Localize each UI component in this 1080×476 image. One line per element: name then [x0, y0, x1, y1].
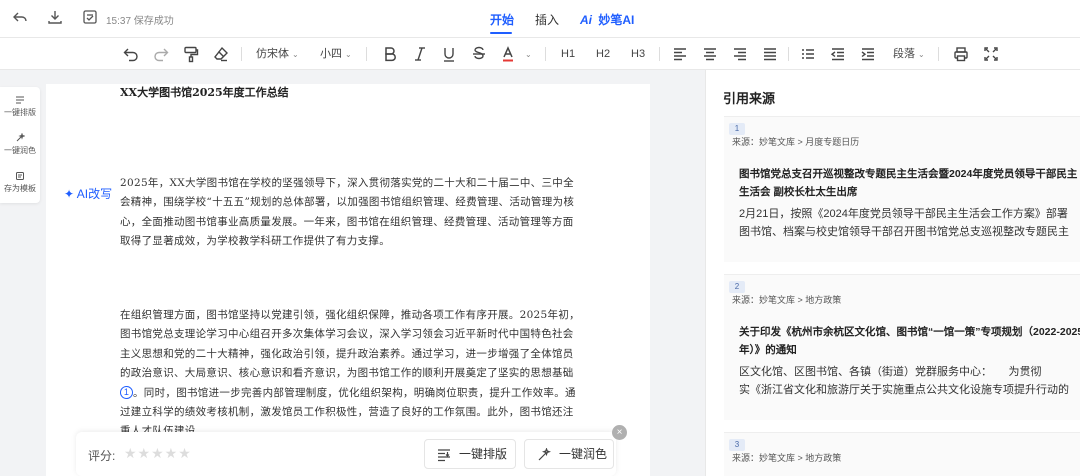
heading-3-button[interactable]: H3 [631, 45, 645, 63]
redo-icon[interactable] [152, 45, 170, 63]
chevron-down-icon: ⌄ [345, 50, 352, 59]
reference-card[interactable]: 2 来源：妙笔文库 > 地方政策 关于印发《杭州市余杭区文化馆、图书馆“一馆一策… [724, 274, 1080, 420]
paragraph-style-value: 段落 [893, 48, 915, 60]
save-status-text: 15:37 保存成功 [106, 16, 174, 27]
tab-ai[interactable]: Ai 妙笔AI [580, 11, 634, 28]
ai-tab-label: 妙笔AI [598, 13, 635, 27]
reference-source: 来源：妙笔文库 > 地方政策 [732, 295, 842, 305]
toolbar-divider [938, 47, 939, 61]
format-icon [16, 96, 24, 104]
align-center-icon[interactable] [702, 45, 718, 63]
ai-rewrite-label: AI改写 [76, 187, 113, 201]
outdent-icon[interactable] [830, 45, 846, 63]
font-size-value: 小四 [320, 48, 342, 60]
reference-number: 2 [729, 281, 745, 293]
bold-icon[interactable] [382, 45, 398, 63]
text-color-dropdown[interactable]: ⌄ [522, 45, 532, 63]
active-tab-indicator [490, 32, 512, 34]
reference-title[interactable]: 图书馆党总支召开巡视整改专题民主生活会暨2024年度党员领导干部民主生活会 副校… [739, 165, 1080, 201]
references-panel: 引用来源 1 来源：妙笔文库 > 月度专题日历 图书馆党总支召开巡视整改专题民主… [705, 70, 1080, 476]
polish-icon [538, 448, 551, 461]
polish-button-label: 一键润色 [559, 447, 608, 461]
sidebar-item-label: 一键排版 [4, 108, 36, 117]
toolbar-divider [788, 47, 789, 61]
indent-icon[interactable] [860, 45, 876, 63]
format-icon [438, 449, 450, 462]
reference-excerpt: 实《浙江省文化和旅游厅关于实施重点公共文化设施专项提升行动的 [739, 384, 1069, 396]
font-family-select[interactable]: 仿宋体 ⌄ [256, 45, 299, 63]
template-icon [16, 172, 24, 180]
chevron-down-icon: ⌄ [525, 50, 532, 59]
format-painter-icon[interactable] [182, 45, 200, 63]
download-icon[interactable] [47, 9, 65, 27]
ai-logo-icon: Ai [580, 13, 592, 27]
rating-stars[interactable]: ★★★★★ [124, 445, 192, 462]
tab-start[interactable]: 开始 [490, 11, 514, 28]
tab-insert[interactable]: 插入 [535, 11, 559, 28]
format-button-label: 一键排版 [459, 447, 508, 461]
fullscreen-icon[interactable] [983, 45, 999, 63]
text-color-icon[interactable] [500, 45, 516, 63]
close-icon[interactable]: × [612, 425, 627, 440]
heading-1-button[interactable]: H1 [561, 45, 575, 63]
rating-label: 评分: [88, 449, 116, 463]
save-status-icon [82, 9, 100, 27]
top-bar: 15:37 保存成功 开始 插入 Ai 妙笔AI [0, 0, 1080, 38]
references-title: 引用来源 [723, 91, 776, 106]
citation-marker[interactable]: 1 [120, 385, 133, 399]
toolbar-divider [659, 47, 660, 61]
reference-card[interactable]: 3 来源：妙笔文库 > 地方政策 [724, 432, 1080, 476]
back-icon[interactable] [12, 9, 30, 27]
sidebar-item-template[interactable]: 存为模板 [0, 171, 40, 194]
strikethrough-icon[interactable] [471, 45, 487, 63]
toolbar-divider [241, 47, 242, 61]
document-paragraph-1[interactable]: 2025年，XX大学图书馆在学校的坚强领导下，深入贯彻落实党的二十大和二十届二中… [120, 174, 580, 252]
underline-icon[interactable] [441, 45, 457, 63]
reference-number: 3 [729, 439, 745, 451]
document-page[interactable]: XX大学图书馆2025年度工作总结 2025年，XX大学图书馆在学校的坚强领导下… [46, 84, 650, 476]
sparkle-icon: ✦ [64, 187, 75, 201]
format-toolbar: 仿宋体 ⌄ 小四 ⌄ ⌄ H1 H2 H3 段落 ⌄ [0, 38, 1080, 70]
sidebar-item-label: 存为模板 [4, 184, 36, 193]
bullet-list-icon[interactable] [800, 45, 816, 63]
document-title[interactable]: XX大学图书馆2025年度工作总结 [120, 84, 289, 100]
reference-excerpt: 图书馆、档案与校史馆领导干部召开图书馆党总支巡视整改专题民主 [739, 226, 1069, 238]
font-size-select[interactable]: 小四 ⌄ [320, 45, 352, 63]
reference-number: 1 [729, 123, 745, 135]
heading-2-button[interactable]: H2 [596, 45, 610, 63]
font-family-value: 仿宋体 [256, 48, 289, 60]
left-tool-sidebar: 一键排版 一键润色 存为模板 [0, 87, 40, 203]
document-paragraph-2[interactable]: 在组织管理方面，图书馆坚持以党建引领，强化组织保障，推动各项工作有序开展。202… [120, 306, 580, 442]
reference-source: 来源：妙笔文库 > 月度专题日历 [732, 137, 860, 147]
align-right-icon[interactable] [732, 45, 748, 63]
sidebar-item-polish[interactable]: 一键润色 [0, 133, 40, 156]
polish-icon [16, 133, 25, 142]
sidebar-item-label: 一键润色 [4, 146, 36, 155]
print-icon[interactable] [953, 45, 969, 63]
reference-source: 来源：妙笔文库 > 地方政策 [732, 453, 842, 463]
format-button[interactable]: 一键排版 [424, 439, 516, 469]
align-justify-icon[interactable] [762, 45, 778, 63]
ai-rewrite-button[interactable]: ✦ AI改写 [64, 185, 112, 202]
reference-title[interactable]: 关于印发《杭州市余杭区文化馆、图书馆“一馆一策”专项规划（2022-2025年）… [739, 323, 1080, 359]
paragraph-2-text: 在组织管理方面，图书馆坚持以党建引领，强化组织保障，推动各项工作有序开展。202… [120, 309, 580, 380]
align-left-icon[interactable] [672, 45, 688, 63]
clear-format-icon[interactable] [212, 45, 230, 63]
polish-button[interactable]: 一键润色 [524, 439, 614, 469]
reference-excerpt: 2月21日，按照《2024年度党员领导干部民主生活会工作方案》部署 [739, 208, 1068, 220]
bottom-action-bar: 评分: ★★★★★ 一键排版 一键润色 [76, 432, 616, 476]
toolbar-divider [366, 47, 367, 61]
undo-icon[interactable] [122, 45, 140, 63]
paragraph-2-text-cont: 。同时，图书馆进一步完善内部管理制度，优化组织架构，明确岗位职责，提升工作效率。… [120, 386, 576, 438]
sidebar-item-format[interactable]: 一键排版 [0, 95, 40, 118]
reference-card[interactable]: 1 来源：妙笔文库 > 月度专题日历 图书馆党总支召开巡视整改专题民主生活会暨2… [724, 116, 1080, 262]
chevron-down-icon: ⌄ [292, 50, 299, 59]
italic-icon[interactable] [412, 45, 428, 63]
toolbar-divider [545, 47, 546, 61]
chevron-down-icon: ⌄ [918, 50, 925, 59]
reference-excerpt: 区文化馆、区图书馆、各镇（街道）党群服务中心： 为贯彻 [739, 366, 1042, 378]
paragraph-style-select[interactable]: 段落 ⌄ [893, 45, 925, 63]
